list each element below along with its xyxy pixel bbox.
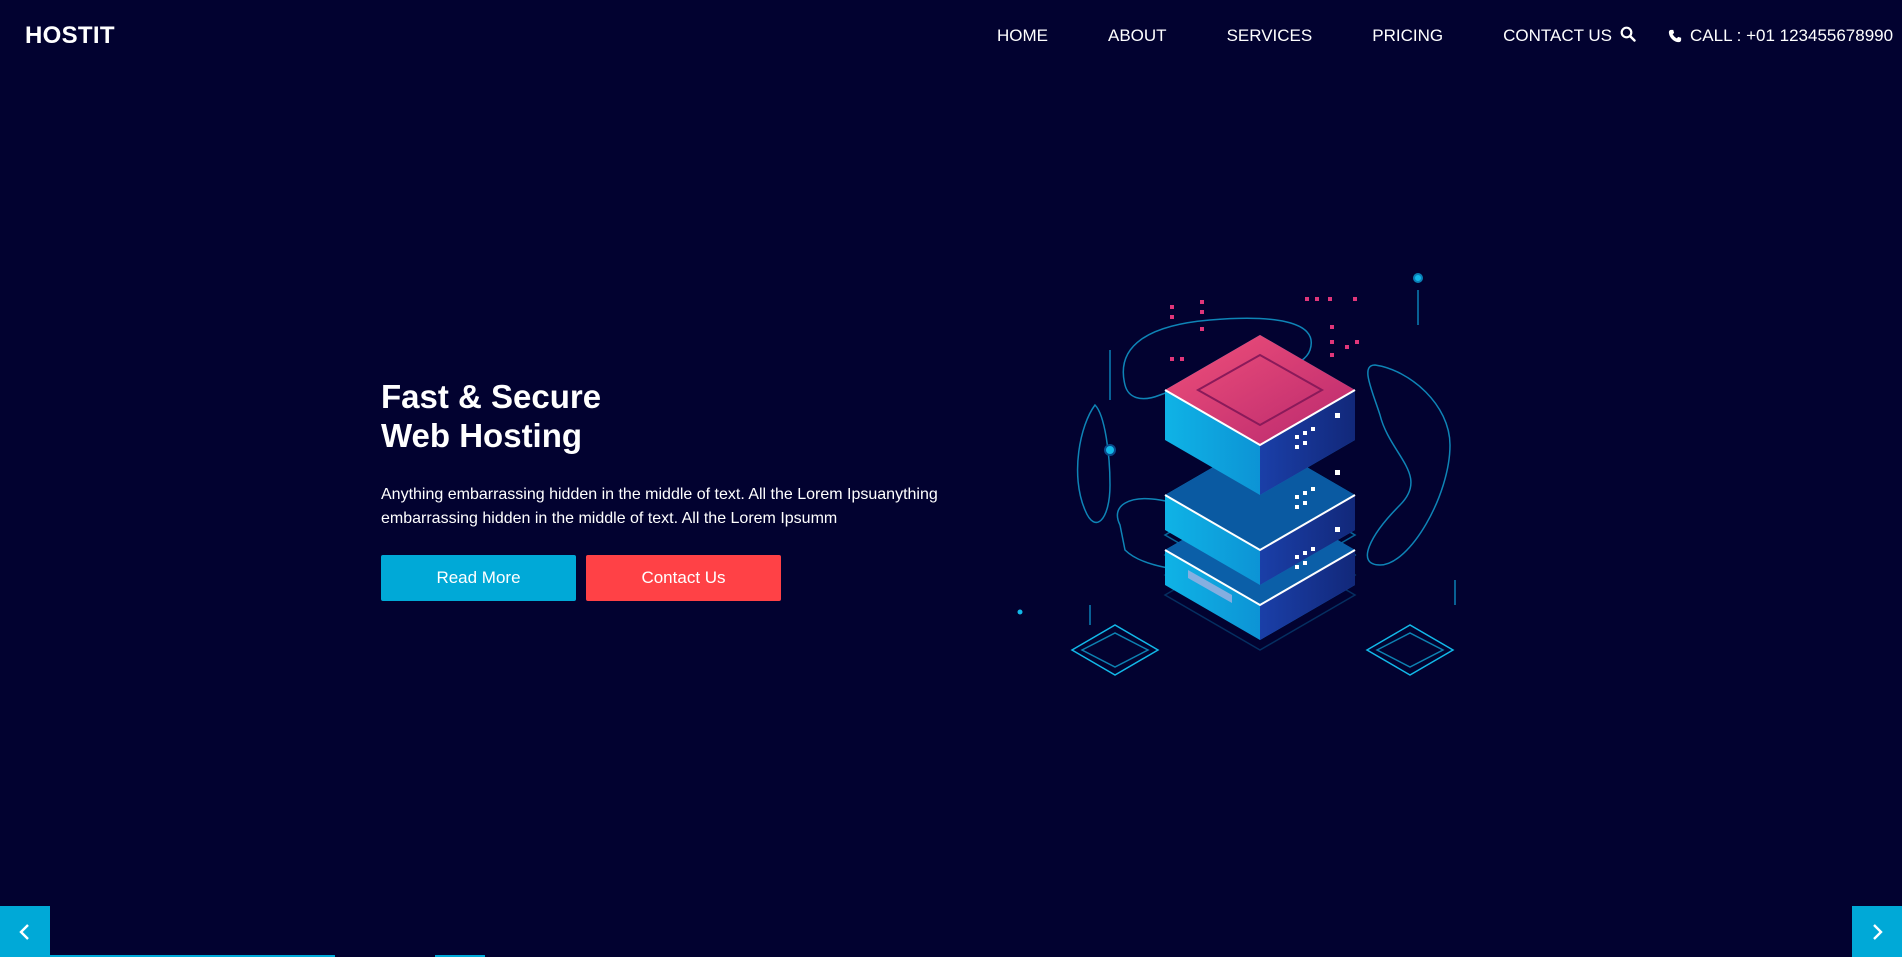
slide-next-button[interactable] [1852, 906, 1902, 957]
nav-item-contact-us[interactable]: CONTACT US [1503, 26, 1612, 46]
hero-description: Anything embarrassing hidden in the midd… [381, 486, 938, 527]
slide-prev-button[interactable] [0, 906, 50, 957]
hero-buttons: Read More Contact Us [381, 555, 961, 601]
read-more-button[interactable]: Read More [381, 555, 576, 601]
logo[interactable]: HOSTIT [25, 22, 115, 50]
search-icon[interactable] [1620, 26, 1642, 48]
main-nav: HOME ABOUT SERVICES PRICING CONTACT US [997, 26, 1612, 46]
hero-section: Fast & Secure Web Hosting Anything embar… [381, 377, 961, 601]
nav-item-services[interactable]: SERVICES [1227, 26, 1313, 46]
chevron-right-icon [1873, 923, 1883, 940]
call-link[interactable]: CALL : +01 123455678990 [1668, 26, 1893, 46]
contact-us-button[interactable]: Contact Us [586, 555, 781, 601]
server-illustration [1010, 265, 1490, 720]
nav-item-home[interactable]: HOME [997, 26, 1048, 46]
hero-title-line-2: Web Hosting [381, 417, 583, 454]
hero-title-line-1: Fast & Secure [381, 378, 602, 415]
nav-item-pricing[interactable]: PRICING [1372, 26, 1443, 46]
phone-icon [1668, 29, 1682, 43]
hero-title: Fast & Secure Web Hosting [381, 377, 961, 455]
site-header: HOSTIT HOME ABOUT SERVICES PRICING CONTA… [0, 0, 1902, 74]
chevron-left-icon [19, 923, 29, 940]
call-label: CALL : +01 123455678990 [1690, 26, 1894, 45]
nav-item-about[interactable]: ABOUT [1108, 26, 1167, 46]
